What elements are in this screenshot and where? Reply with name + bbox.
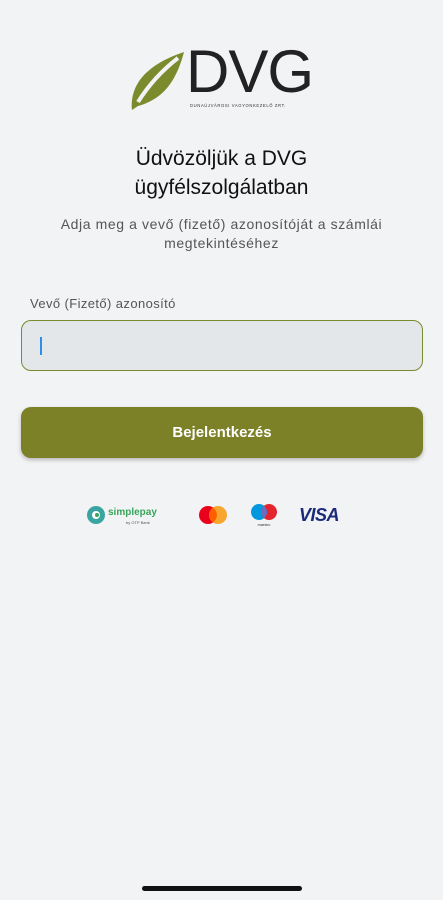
simplepay-icon bbox=[87, 506, 105, 524]
text-cursor bbox=[40, 337, 42, 355]
customer-id-label: Vevő (Fizető) azonosító bbox=[30, 296, 176, 311]
simplepay-logo: simplepay by OTP Bank bbox=[86, 503, 166, 527]
welcome-line-2: ügyfélszolgálatban bbox=[134, 176, 309, 199]
payment-logos: simplepay by OTP Bank maestro VISA bbox=[0, 500, 443, 530]
simplepay-text: simplepay bbox=[108, 507, 157, 518]
logo-brand-text: DVG bbox=[186, 38, 314, 105]
visa-logo: VISA bbox=[299, 505, 340, 525]
instruction-line-1: Adja meg a vevő (fizető) azonosítóját a … bbox=[60, 216, 383, 232]
customer-id-input[interactable] bbox=[21, 320, 423, 371]
leaf-icon bbox=[131, 52, 184, 110]
login-button[interactable]: Bejelentkezés bbox=[21, 407, 423, 458]
simplepay-subtext: by OTP Bank bbox=[126, 520, 150, 525]
maestro-caption: maestro bbox=[258, 523, 271, 527]
mastercard-icon bbox=[199, 506, 227, 524]
welcome-heading: Üdvözöljük a DVG ügyfélszolgálatban bbox=[0, 144, 443, 202]
dvg-logo: DVG DUNAÚJVÁROSI VAGYONKEZELŐ ZRT. bbox=[128, 42, 318, 114]
instruction-text: Adja meg a vevő (fizető) azonosítóját a … bbox=[20, 215, 423, 253]
maestro-icon: maestro bbox=[251, 504, 277, 527]
home-indicator[interactable] bbox=[142, 886, 302, 891]
instruction-line-2: megtekintéséhez bbox=[164, 235, 279, 251]
welcome-line-1: Üdvözöljük a DVG bbox=[135, 147, 308, 170]
logo-tagline: DUNAÚJVÁROSI VAGYONKEZELŐ ZRT. bbox=[190, 103, 287, 108]
